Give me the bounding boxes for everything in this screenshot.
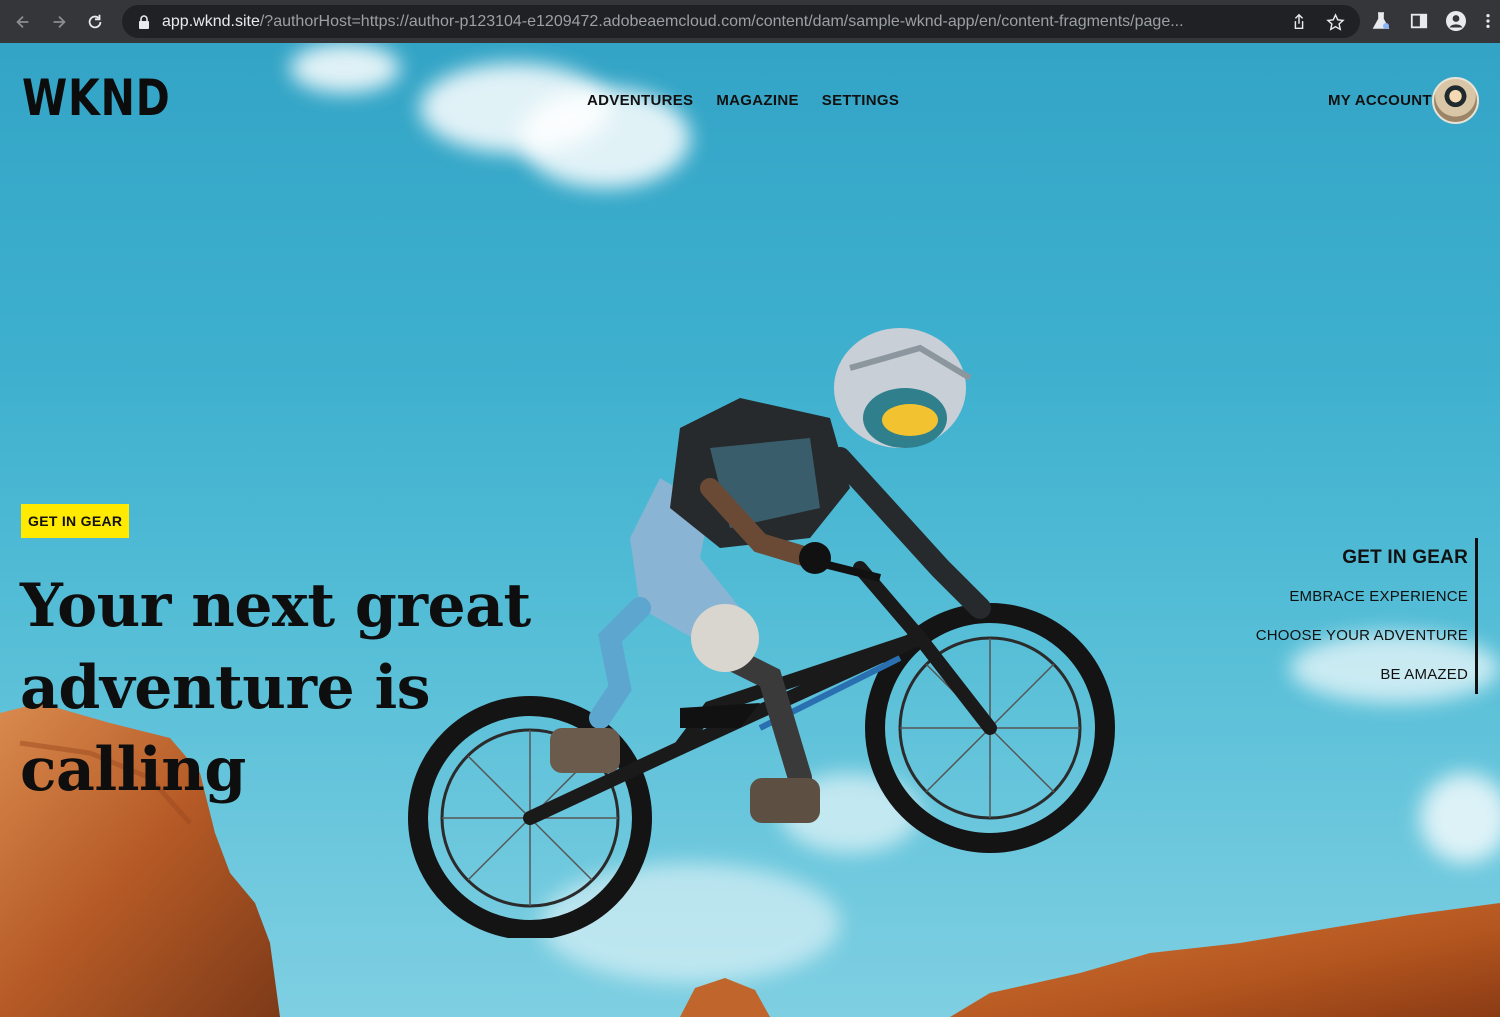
back-icon: [16, 15, 29, 28]
address-bar[interactable]: app.wknd.site/?authorHost=https://author…: [122, 5, 1360, 38]
section-nav-be-amazed[interactable]: BE AMAZED: [1256, 655, 1468, 694]
url-path: /?authorHost=https://author-p123104-e120…: [259, 12, 1184, 30]
forward-button[interactable]: [44, 7, 74, 37]
hero-headline: Your next great adventure is calling: [20, 565, 640, 811]
headline-line-2: adventure is calling: [20, 653, 431, 805]
star-icon: [1325, 12, 1345, 31]
cloud-shape: [1420, 773, 1500, 863]
url-text: app.wknd.site/?authorHost=https://author…: [162, 13, 1274, 31]
cloud-shape: [290, 43, 400, 93]
section-nav-get-in-gear[interactable]: GET IN GEAR: [1256, 538, 1468, 577]
lock-icon: [139, 14, 149, 29]
labs-button[interactable]: [1366, 6, 1396, 36]
nav-magazine[interactable]: MAGAZINE: [716, 92, 798, 109]
side-panel-button[interactable]: [1404, 6, 1434, 36]
section-nav-embrace-experience[interactable]: EMBRACE EXPERIENCE: [1256, 577, 1468, 616]
rock-formation-center: [680, 978, 770, 1017]
profile-icon: [1446, 11, 1466, 31]
wknd-logo[interactable]: WKND: [22, 73, 171, 123]
labs-icon: [1372, 12, 1390, 29]
reload-button[interactable]: [80, 7, 110, 37]
avatar[interactable]: [1432, 77, 1479, 124]
section-navigation: GET IN GEAR EMBRACE EXPERIENCE CHOOSE YO…: [1256, 538, 1478, 694]
my-account-link[interactable]: MY ACCOUNT: [1328, 92, 1432, 109]
share-button[interactable]: [1288, 11, 1310, 33]
url-host: app.wknd.site: [162, 12, 260, 30]
rider-arm-far: [829, 447, 991, 619]
browser-menu-button[interactable]: [1478, 6, 1498, 36]
hero-section: WKND ADVENTURES MAGAZINE SETTINGS MY ACC…: [0, 43, 1500, 1017]
back-button[interactable]: [8, 7, 38, 37]
nav-settings[interactable]: SETTINGS: [822, 92, 899, 109]
reload-icon: [88, 14, 102, 28]
menu-icon: [1486, 13, 1490, 29]
nav-adventures[interactable]: ADVENTURES: [587, 92, 693, 109]
profile-button[interactable]: [1441, 6, 1471, 36]
forward-icon: [53, 15, 66, 28]
goggle-lens: [882, 404, 938, 436]
knee-pad: [691, 604, 759, 672]
section-nav-choose-your-adventure[interactable]: CHOOSE YOUR ADVENTURE: [1256, 616, 1468, 655]
main-navigation: ADVENTURES MAGAZINE SETTINGS: [587, 92, 899, 109]
rider-shoe-rear: [750, 778, 820, 823]
hero-badge: GET IN GEAR: [21, 504, 130, 538]
browser-toolbar: app.wknd.site/?authorHost=https://author…: [0, 0, 1500, 43]
side-panel-icon: [1410, 13, 1428, 29]
headline-line-1: Your next great: [20, 571, 531, 641]
share-icon: [1294, 13, 1304, 30]
bookmark-button[interactable]: [1324, 11, 1346, 33]
